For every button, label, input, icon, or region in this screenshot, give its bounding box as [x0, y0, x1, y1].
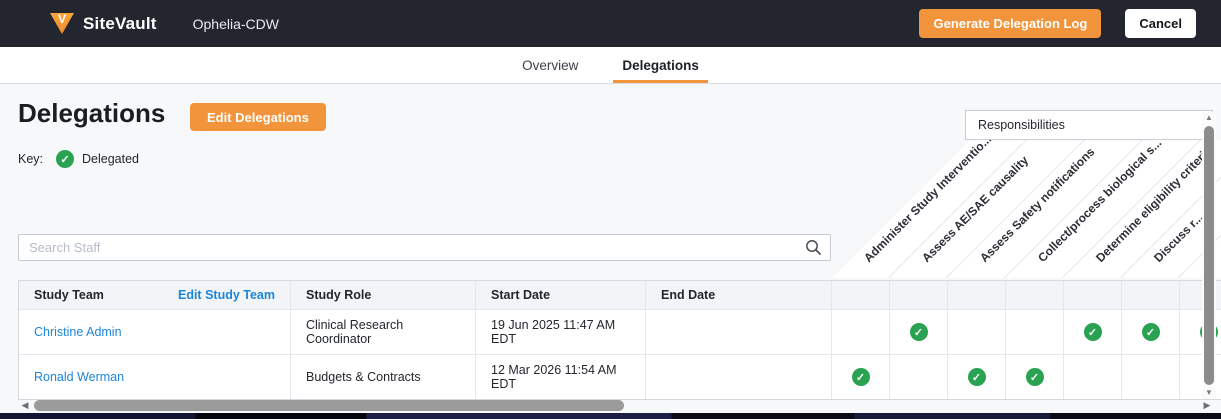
edit-study-team-link[interactable]: Edit Study Team	[178, 288, 275, 302]
responsibility-cell	[832, 310, 890, 354]
responsibility-header-cell	[832, 281, 890, 309]
responsibility-cell: ✓	[1006, 355, 1064, 399]
logo-letter: V	[58, 13, 66, 26]
delegated-check-icon: ✓	[852, 368, 870, 386]
sitevault-logo-icon: V	[50, 13, 74, 34]
header-actions: Generate Delegation Log Cancel	[919, 9, 1196, 38]
responsibility-cell	[1064, 355, 1122, 399]
start-date-cell: 19 Jun 2025 11:47 AM EDT	[476, 310, 646, 354]
responsibilities-label: Responsibilities	[978, 118, 1065, 132]
responsibility-header-cell	[1122, 281, 1180, 309]
header-responsibility-cells	[832, 281, 1221, 309]
delegated-check-icon: ✓	[910, 323, 928, 341]
responsibility-cells: ✓ ✓ ✓	[832, 355, 1221, 399]
staff-name-link[interactable]: Christine Admin	[34, 325, 122, 339]
header-study-team: Study Team Edit Study Team	[19, 281, 291, 309]
delegated-check-icon: ✓	[1084, 323, 1102, 341]
table-row: Christine Admin Clinical Research Coordi…	[19, 309, 1221, 354]
staff-cell: Christine Admin	[19, 310, 291, 354]
header-end-date: End Date	[646, 281, 832, 309]
scroll-right-arrow-icon[interactable]: ▶	[1200, 400, 1214, 411]
study-role-cell: Clinical Research Coordinator	[291, 310, 476, 354]
horizontal-scrollbar-thumb[interactable]	[34, 400, 624, 411]
responsibility-cell	[1122, 355, 1180, 399]
delegations-page: Delegations Edit Delegations Key: ✓ Dele…	[0, 84, 1221, 419]
vertical-scrollbar[interactable]: ▲ ▼	[1202, 112, 1216, 399]
cancel-button[interactable]: Cancel	[1125, 9, 1196, 38]
end-date-cell	[646, 310, 832, 354]
responsibility-header-cell	[948, 281, 1006, 309]
responsibility-header-cell	[890, 281, 948, 309]
scroll-left-arrow-icon[interactable]: ◀	[18, 400, 32, 411]
staff-name-link[interactable]: Ronald Werman	[34, 370, 124, 384]
table-row: Ronald Werman Budgets & Contracts 12 Mar…	[19, 354, 1221, 399]
responsibility-cell: ✓	[890, 310, 948, 354]
responsibility-cell: ✓	[948, 355, 1006, 399]
search-staff-wrap	[18, 234, 831, 261]
responsibility-cell: ✓	[832, 355, 890, 399]
scroll-up-arrow-icon[interactable]: ▲	[1205, 112, 1213, 124]
start-date-cell: 12 Mar 2026 11:54 AM EDT	[476, 355, 646, 399]
diagonal-divider-line	[830, 140, 972, 278]
study-team-header-label: Study Team	[34, 288, 104, 302]
responsibility-header-cell	[1006, 281, 1064, 309]
responsibility-cells: ✓✓✓✓	[832, 310, 1221, 354]
end-date-cell	[646, 355, 832, 399]
tab-overview[interactable]: Overview	[513, 47, 587, 83]
horizontal-scrollbar-track[interactable]	[32, 398, 1200, 413]
table-header-row: Study Team Edit Study Team Study Role St…	[19, 281, 1221, 309]
page-title: Delegations	[18, 98, 165, 129]
responsibility-cell	[1006, 310, 1064, 354]
responsibility-cell: ✓	[1064, 310, 1122, 354]
brand-name: SiteVault	[83, 14, 157, 34]
study-name: Ophelia-CDW	[193, 16, 279, 32]
search-icon	[805, 239, 822, 256]
tab-delegations[interactable]: Delegations	[613, 47, 708, 83]
window-bottom-edge	[0, 413, 1221, 419]
responsibilities-header-box: Responsibilities	[965, 110, 1213, 140]
responsibility-header-cell	[1064, 281, 1122, 309]
responsibility-cell	[890, 355, 948, 399]
app-header: V SiteVault Ophelia-CDW Generate Delegat…	[0, 0, 1221, 47]
delegated-check-icon: ✓	[968, 368, 986, 386]
responsibility-cell	[948, 310, 1006, 354]
tab-bar: Overview Delegations	[0, 47, 1221, 84]
study-role-cell: Budgets & Contracts	[291, 355, 476, 399]
header-start-date: Start Date	[476, 281, 646, 309]
staff-cell: Ronald Werman	[19, 355, 291, 399]
generate-delegation-log-button[interactable]: Generate Delegation Log	[919, 9, 1101, 38]
header-study-role: Study Role	[291, 281, 476, 309]
horizontal-scrollbar[interactable]: ◀ ▶	[18, 398, 1214, 413]
responsibility-cell: ✓	[1122, 310, 1180, 354]
edit-delegations-button[interactable]: Edit Delegations	[190, 103, 326, 131]
delegated-check-icon: ✓	[1026, 368, 1044, 386]
delegated-check-icon: ✓	[1142, 323, 1160, 341]
delegations-table: Study Team Edit Study Team Study Role St…	[18, 280, 1221, 400]
search-staff-input[interactable]	[18, 234, 831, 261]
vertical-scrollbar-thumb[interactable]	[1204, 126, 1214, 385]
